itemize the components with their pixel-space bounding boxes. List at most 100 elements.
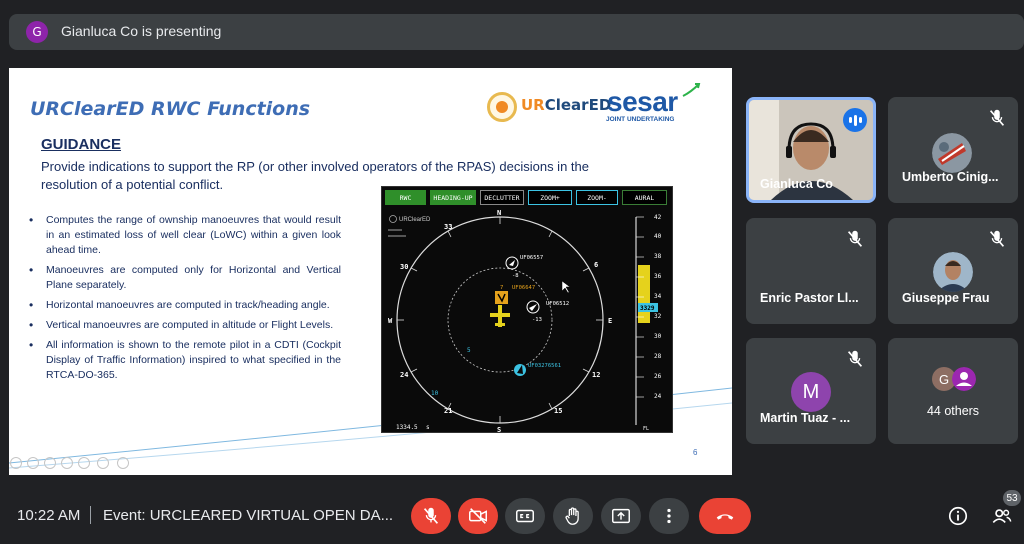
clock: 10:22 AM [17,507,81,524]
raise-hand-button[interactable] [553,498,593,534]
avatar [933,252,973,292]
urcleared-logo-icon [487,92,517,122]
slide-nav-controls[interactable] [9,456,139,470]
person-icon [952,367,976,391]
compass-30: 30 [400,263,408,271]
participant-name: Umberto Cinig... [902,170,999,184]
traffic-id: UF06557 [520,255,543,261]
alt-tick: 24 [654,393,662,400]
alt-tick: 26 [654,373,662,380]
compass-24: 24 [400,371,408,379]
participant-tile[interactable]: Umberto Cinig... [888,97,1018,203]
alt-tick: 38 [654,253,662,260]
traffic-alt: -13 [532,317,542,323]
logo-prefix: UR [521,96,545,114]
mic-off-icon [986,107,1008,129]
alt-current: 3329 [640,305,655,312]
participant-name: Giuseppe Frau [902,291,990,305]
captions-icon [516,509,534,523]
radar-logo-icon [389,215,397,223]
participant-tile[interactable]: Enric Pastor Ll... [746,218,876,324]
others-tile[interactable]: G 44 others [888,338,1018,444]
divider [90,506,91,524]
heading-up-button[interactable]: HEADING-UP [430,190,476,205]
participant-tile[interactable]: M Martin Tuaz - ... [746,338,876,444]
logo-suffix: ClearED [544,96,612,114]
radar-logo-text: URClearED [399,217,431,223]
sesar-logo: sesar [607,86,678,117]
alt-tick: 34 [654,293,662,300]
traffic-target[interactable]: UF06557 -8 [505,255,543,279]
end-call-icon [716,514,734,520]
compass-12: 12 [592,371,600,379]
meeting-title: Event: URCLEARED VIRTUAL OPEN DA... [103,507,394,524]
bullet-item: Manoeuvres are computed only for Horizon… [29,263,341,293]
participants-button[interactable] [988,502,1016,530]
participant-name: Martin Tuaz - ... [760,411,851,425]
traffic-target[interactable]: UF03276561 [514,363,561,376]
participant-name: Gianluca Co [760,177,833,191]
participant-tile-presenter[interactable]: Gianluca Co [746,97,876,203]
compass-6: 6 [594,261,598,269]
avatar: M [791,372,831,412]
alt-tick: 36 [654,273,662,280]
camera-off-icon [469,508,487,524]
compass-15: 15 [554,407,562,415]
present-button[interactable] [601,498,641,534]
declutter-button[interactable]: DECLUTTER [480,190,524,205]
speaking-indicator-icon [843,108,867,132]
bullet-list: Computes the range of ownship manoeuvres… [29,213,341,388]
traffic-target[interactable]: UF06512 -13 [526,300,569,323]
info-icon [948,506,968,526]
more-options-button[interactable] [649,498,689,534]
bullet-item: Vertical manoeuvres are computed in alti… [29,318,341,333]
zoom-in-button[interactable]: ZOOM+ [528,190,572,205]
presenting-text: Gianluca Co is presenting [61,23,222,39]
present-screen-icon [612,508,630,524]
alt-tick: 40 [654,233,662,240]
radar-status-indicator [388,229,402,231]
alt-tick: 32 [654,313,662,320]
hand-icon [565,507,579,525]
compass-e: E [608,317,612,325]
alt-tick: 28 [654,353,662,360]
shared-slide: URClearED RWC Functions URClearED sesar … [9,68,732,475]
mic-toggle-button[interactable] [411,498,451,534]
compass-n: N [497,209,501,217]
participant-name: Enric Pastor Ll... [760,291,859,305]
alt-unit: FL [643,426,649,432]
avatar [932,133,972,173]
mic-off-icon [423,507,439,524]
leave-call-button[interactable] [699,498,751,534]
rwc-button[interactable]: RWC [385,190,426,205]
compass-s: S [497,426,501,433]
captions-button[interactable] [505,498,545,534]
sesar-swoosh-icon [682,83,701,97]
traffic-id: UF03276561 [528,363,561,369]
meet-window: G Gianluca Co is presenting URClearED RW… [0,0,1024,544]
aural-button[interactable]: AURAL [622,190,667,205]
radar-status-indicator [388,235,406,237]
people-icon [992,509,1012,524]
compass-21: 21 [444,407,452,415]
zoom-out-button[interactable]: ZOOM- [576,190,618,205]
cdti-radar-display: RWC HEADING-UP DECLUTTER ZOOM+ ZOOM- AUR… [381,186,673,433]
traffic-target-alert[interactable]: UF06647 7 [495,285,535,304]
altitude-tape: 42 40 38 36 34 32 30 28 26 24 3329 FL [635,214,662,432]
range-readout: 1334.5 [396,424,418,431]
others-count: 44 others [926,404,980,418]
traffic-alt: 7 [500,285,503,291]
mouse-cursor-icon [561,280,571,294]
traffic-id: UF06512 [546,301,569,307]
meeting-details-button[interactable] [944,502,972,530]
radar-scope: URClearED N E S W 33 30 6 12 15 21 24 5 … [388,209,662,433]
participant-count-badge: 53 [1003,490,1021,506]
range-unit: s [426,424,430,431]
traffic-id: UF06647 [512,285,535,291]
mic-off-icon [844,348,866,370]
traffic-alt: -8 [512,273,519,279]
guidance-heading: GUIDANCE [41,136,122,153]
participant-tile[interactable]: Giuseppe Frau [888,218,1018,324]
camera-toggle-button[interactable] [458,498,498,534]
bullet-item: Computes the range of ownship manoeuvres… [29,213,341,258]
